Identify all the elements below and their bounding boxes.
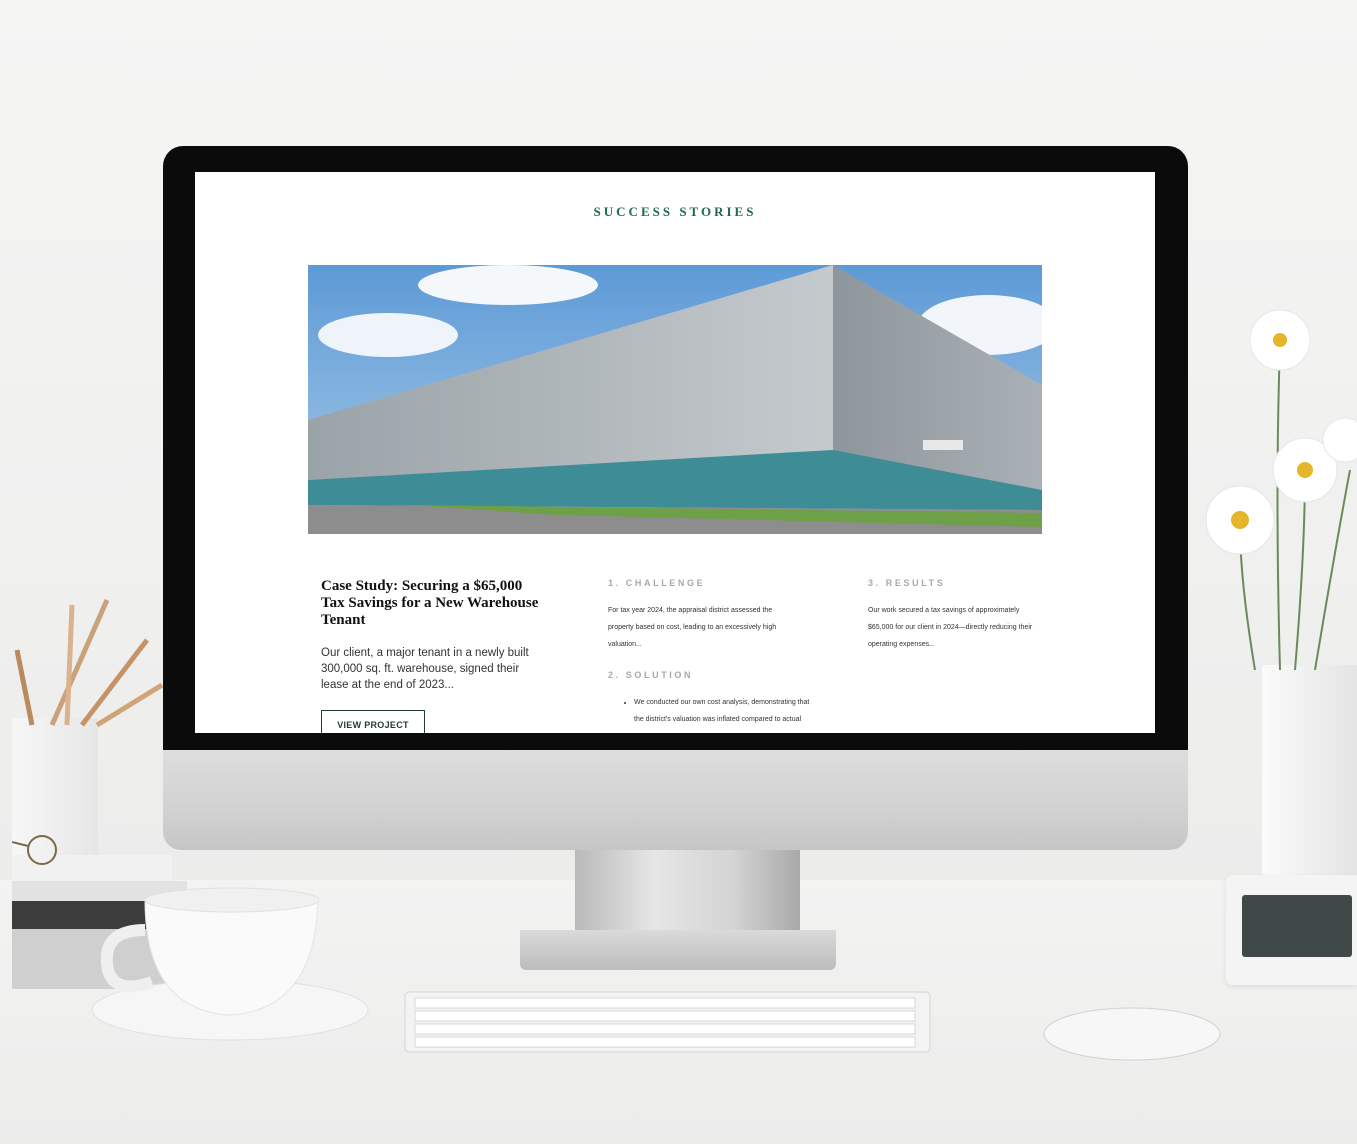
- challenge-heading: 1. CHALLENGE: [608, 578, 706, 588]
- coffee-cup: [91, 887, 369, 1041]
- monitor-chin: [163, 748, 1188, 850]
- desk-clock: [1226, 875, 1357, 985]
- case-study-title: Case Study: Securing a $65,000 Tax Savin…: [321, 578, 539, 628]
- monitor-screen: SUCCESS STORIES Case Study: Securing a $…: [195, 172, 1155, 733]
- solution-heading: 2. SOLUTION: [608, 670, 694, 680]
- case-study-excerpt: Our client, a major tenant in a newly bu…: [321, 647, 529, 691]
- monitor-stand-base: [520, 930, 836, 970]
- results-text: Our work secured a tax savings of approx…: [868, 607, 1033, 648]
- daisy-flowers: [1205, 309, 1357, 670]
- section-title: SUCCESS STORIES: [593, 204, 757, 219]
- results-heading: 3. RESULTS: [868, 578, 946, 588]
- view-project-button[interactable]: VIEW PROJECT: [321, 710, 425, 733]
- challenge-text: For tax year 2024, the appraisal distric…: [608, 607, 777, 648]
- hero-image-warehouse: [308, 265, 1042, 534]
- pencils-image: [14, 598, 164, 728]
- monitor-stand: [575, 850, 800, 942]
- mouse: [1043, 1007, 1221, 1061]
- clock-display: [1242, 895, 1352, 957]
- solution-bullet: We conducted our own cost analysis, demo…: [634, 694, 814, 733]
- flower-vase: [1262, 665, 1357, 875]
- glasses-image: [12, 835, 57, 865]
- solution-list: We conducted our own cost analysis, demo…: [620, 694, 814, 733]
- keyboard: [404, 991, 931, 1053]
